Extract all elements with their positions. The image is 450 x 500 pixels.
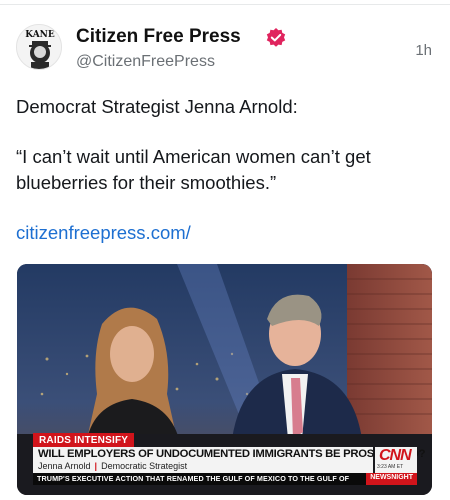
author-display-name[interactable]: Citizen Free Press	[76, 26, 241, 48]
post-link[interactable]: citizenfreepress.com/	[16, 220, 191, 246]
post-quote: “I can’t wait until American women can’t…	[16, 146, 371, 193]
show-badge: NEWSNIGHT	[366, 473, 417, 485]
guest-separator: |	[94, 461, 98, 471]
post-text-line: Democrat Strategist Jenna Arnold:	[16, 96, 298, 117]
news-lower-third: RAIDS INTENSIFY WILL EMPLOYERS OF UNDOCU…	[17, 430, 432, 495]
broadcast-time: 3:23 AM ET	[377, 464, 404, 470]
avatar[interactable]: KANE	[16, 24, 62, 70]
ticker-text: TRUMP'S EXECUTIVE ACTION THAT RENAMED TH…	[37, 474, 350, 483]
top-divider	[0, 4, 450, 5]
post-header: KANE Citizen Free Press @CitizenFreePres…	[16, 24, 436, 80]
network-bug: CNN 3:23 AM ET	[375, 447, 417, 473]
guest-name: Jenna Arnold	[38, 461, 91, 471]
cnn-logo: CNN	[379, 447, 412, 464]
author-handle[interactable]: @CitizenFreePress	[76, 53, 215, 71]
breaking-tag: RAIDS INTENSIFY	[33, 433, 135, 448]
avatar-logo-text: KANE	[25, 30, 55, 40]
headline-bar: WILL EMPLOYERS OF UNDOCUMENTED IMMIGRANT…	[33, 447, 425, 473]
news-headline: WILL EMPLOYERS OF UNDOCUMENTED IMMIGRANT…	[38, 448, 426, 460]
guest-caption: Jenna Arnold | Democratic Strategist	[38, 461, 187, 471]
guest-title: Democratic Strategist	[101, 461, 188, 471]
verified-badge-icon	[266, 28, 286, 47]
post-timestamp[interactable]: 1h	[415, 42, 432, 59]
video-thumbnail[interactable]: RAIDS INTENSIFY WILL EMPLOYERS OF UNDOCU…	[17, 264, 432, 495]
news-ticker: TRUMP'S EXECUTIVE ACTION THAT RENAMED TH…	[33, 473, 417, 485]
